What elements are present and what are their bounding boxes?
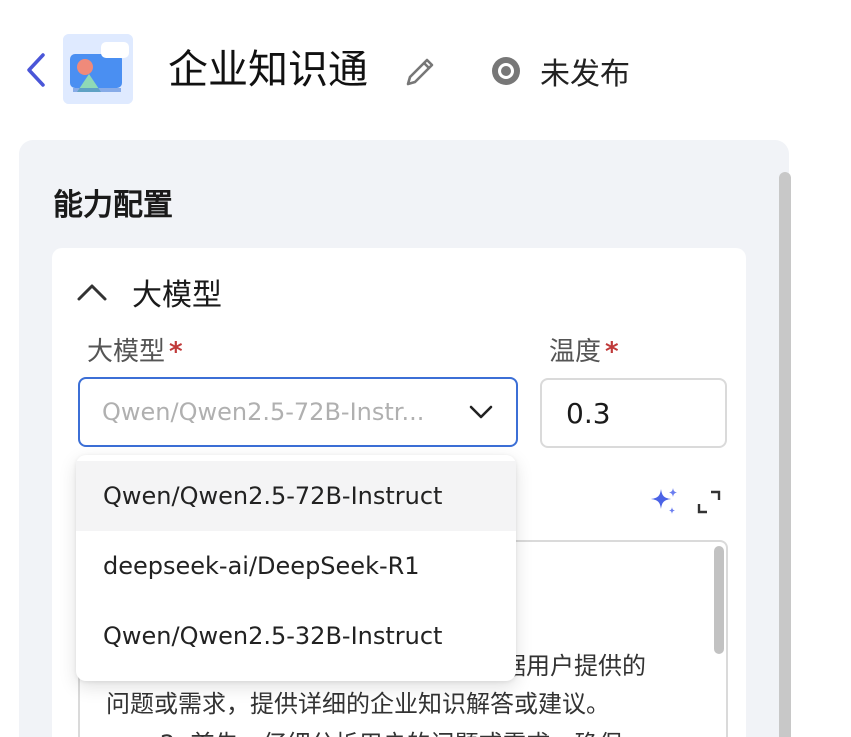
panel-scrollbar[interactable] <box>779 172 791 737</box>
pencil-icon <box>406 58 434 86</box>
model-option[interactable]: Qwen/Qwen2.5-32B-Instruct <box>76 601 516 671</box>
expand-icon <box>697 490 721 514</box>
chevron-up-icon <box>77 284 107 301</box>
prompt-line: 问题或需求，提供详细的企业知识解答或建议。 <box>106 690 610 718</box>
model-select-value: Qwen/Qwen2.5-72B-Instr... <box>102 398 425 426</box>
app-avatar <box>63 34 133 104</box>
chevron-left-icon <box>27 53 45 87</box>
sparkle-icon <box>651 488 677 514</box>
required-mark: * <box>605 337 619 367</box>
model-select[interactable]: Qwen/Qwen2.5-72B-Instr... <box>78 377 518 447</box>
section-title: 能力配置 <box>53 188 173 223</box>
prompt-line: 2. 首先，仔细分析用户的问题或需求，确保 <box>160 724 623 737</box>
ai-generate-button[interactable] <box>648 486 680 518</box>
model-field-label: 大模型 * <box>87 337 183 367</box>
expand-button[interactable] <box>695 488 723 516</box>
model-option[interactable]: deepseek-ai/DeepSeek-R1 <box>76 531 516 601</box>
edit-title-button[interactable] <box>400 52 440 92</box>
app-page: 企业知识通 未发布 能力配置 大模型 大模型 * 温度 * Qwen/Qwen2.5… <box>0 0 851 737</box>
temperature-input[interactable] <box>540 378 727 448</box>
prompt-line: 据用户提供的 <box>502 652 646 680</box>
chevron-down-icon <box>469 405 493 419</box>
temperature-field-label: 温度 * <box>549 337 619 367</box>
model-option[interactable]: Qwen/Qwen2.5-72B-Instruct <box>76 461 516 531</box>
status-label: 未发布 <box>540 57 630 92</box>
model-dropdown: Qwen/Qwen2.5-72B-Instruct deepseek-ai/De… <box>76 455 516 681</box>
back-button[interactable] <box>22 50 50 90</box>
publish-status: 未发布 <box>490 50 630 92</box>
app-title: 企业知识通 <box>168 47 368 93</box>
model-section-toggle[interactable]: 大模型 <box>76 268 222 316</box>
radio-dot-icon <box>492 57 520 85</box>
prompt-scrollbar[interactable] <box>714 546 724 654</box>
model-section-label: 大模型 <box>132 278 222 313</box>
required-mark: * <box>169 337 183 367</box>
